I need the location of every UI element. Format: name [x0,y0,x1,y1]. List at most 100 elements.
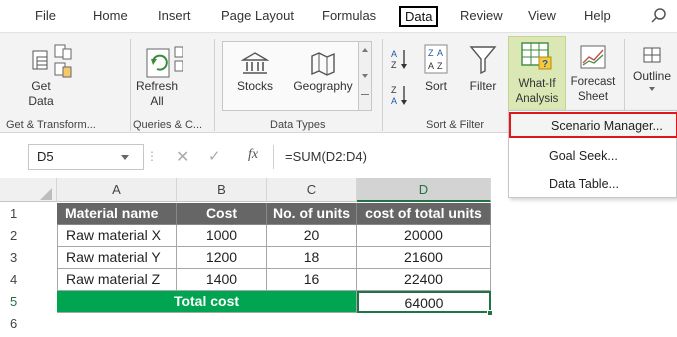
table-cell[interactable]: 1200 [177,247,267,269]
name-box-value: D5 [37,149,54,164]
menu-bar: File Home Insert Page Layout Formulas Da… [0,0,677,32]
row-header-1[interactable]: 1 [0,203,57,225]
menu-item-goal-seek[interactable]: Goal Seek... [509,144,677,170]
svg-text:A: A [428,61,434,71]
header-cell-total-units[interactable]: cost of total units [357,203,491,225]
name-box[interactable]: D5 [28,144,144,170]
table-cell[interactable]: 20 [267,225,357,247]
insert-function-icon[interactable]: fx [248,147,258,163]
total-value-cell[interactable]: 64000 [357,291,491,313]
svg-text:Z: Z [391,85,397,95]
enter-icon[interactable]: ✓ [208,147,221,165]
formula-input[interactable]: =SUM(D2:D4) [285,149,367,164]
column-header-b[interactable]: B [177,178,267,202]
chevron-down-icon[interactable] [121,155,129,160]
forecast-sheet-button[interactable]: Forecast Sheet [568,43,618,105]
tab-data[interactable]: Data [399,6,439,27]
column-header-a[interactable]: A [57,178,177,202]
whatif-icon: ? [521,42,552,70]
formula-bar-grip[interactable]: ⋮ [146,149,158,163]
sort-za-button[interactable]: Z A [390,83,410,112]
menu-item-scenario-manager[interactable]: Scenario Manager... [509,112,677,138]
fill-handle[interactable] [487,310,493,316]
tab-view[interactable]: View [528,8,556,23]
sort-label: Sort [424,79,447,93]
tab-page-layout[interactable]: Page Layout [221,8,294,23]
header-cell-material-name[interactable]: Material name [57,203,177,225]
data-types-scroll[interactable] [358,42,371,110]
header-cell-units[interactable]: No. of units [267,203,357,225]
svg-text:A: A [437,48,443,58]
geography-button[interactable]: Geography [288,51,358,94]
row-header-3[interactable]: 3 [0,247,57,269]
tab-insert[interactable]: Insert [158,8,191,23]
menu-item-data-table[interactable]: Data Table... [509,172,677,198]
total-label-cell[interactable]: Total cost [57,291,357,313]
row-header-4[interactable]: 4 [0,269,57,291]
tab-file[interactable]: File [35,8,56,23]
group-separator [214,39,215,131]
filter-icon [469,46,497,75]
table-cell[interactable]: Raw material Y [57,247,177,269]
formula-separator [273,145,274,169]
outline-label: Outline [632,69,672,83]
table-cell[interactable]: Raw material Z [57,269,177,291]
table-cell[interactable]: 21600 [357,247,491,269]
corner-triangle-icon [40,188,52,200]
group-label-data-types: Data Types [270,119,326,131]
group-separator [130,39,131,131]
svg-text:A: A [391,96,397,106]
row-header-6[interactable]: 6 [0,313,57,335]
geography-icon [311,52,335,76]
table-cell[interactable]: 20000 [357,225,491,247]
whatif-analysis-button[interactable]: ? What-If Analysis [508,36,566,115]
group-label-sort-filter: Sort & Filter [426,119,485,131]
outline-button[interactable]: Outline [628,43,676,91]
row-header-5[interactable]: 5 [0,291,57,313]
group-separator [382,39,383,131]
scroll-up-icon [362,48,368,52]
tab-home[interactable]: Home [93,8,128,23]
table-cell[interactable]: 18 [267,247,357,269]
svg-text:Z: Z [437,61,443,71]
forecast-label: Forecast Sheet [570,76,616,103]
sort-az-icon: A Z [391,49,407,70]
whatif-label: What-If Analysis [515,78,559,105]
expand-gallery-icon [361,94,369,104]
stocks-button[interactable]: Stocks [228,51,282,94]
filter-button[interactable]: Filter [462,43,504,94]
table-cell[interactable]: Raw material X [57,225,177,247]
tab-help[interactable]: Help [584,8,611,23]
table-cell[interactable]: 1400 [177,269,267,291]
table-cell[interactable]: 22400 [357,269,491,291]
get-data-icon [32,44,72,78]
worksheet-grid[interactable]: A B C D 1 2 3 4 5 6 Material name Cost N… [0,178,677,337]
scroll-down-icon [362,74,368,78]
filter-label: Filter [469,79,497,93]
refresh-all-label: Refresh All [135,79,179,108]
table-cell[interactable]: 1000 [177,225,267,247]
svg-text:Z: Z [391,60,397,70]
header-cell-cost[interactable]: Cost [177,203,267,225]
forecast-icon [580,45,606,69]
select-all-corner[interactable] [0,178,57,202]
stocks-icon [241,52,269,74]
get-data-label: Get Data [28,79,54,108]
column-header-c[interactable]: C [267,178,357,202]
tab-review[interactable]: Review [460,8,503,23]
sort-icon: Z A A Z [424,44,448,74]
group-label-queries: Queries & C... [133,119,203,131]
sort-button[interactable]: Z A A Z Sort [418,43,454,94]
group-label-get-transform: Get & Transform... [6,119,96,131]
refresh-icon [146,46,183,78]
column-header-d[interactable]: D [357,178,491,202]
tab-formulas[interactable]: Formulas [322,8,376,23]
svg-text:A: A [391,49,397,59]
search-icon[interactable] [650,7,668,25]
table-cell[interactable]: 16 [267,269,357,291]
cancel-icon[interactable]: ✕ [176,147,189,167]
row-header-2[interactable]: 2 [0,225,57,247]
sort-az-button[interactable]: A Z [390,47,410,76]
stocks-label: Stocks [236,79,273,93]
sort-za-icon: Z A [391,85,407,106]
